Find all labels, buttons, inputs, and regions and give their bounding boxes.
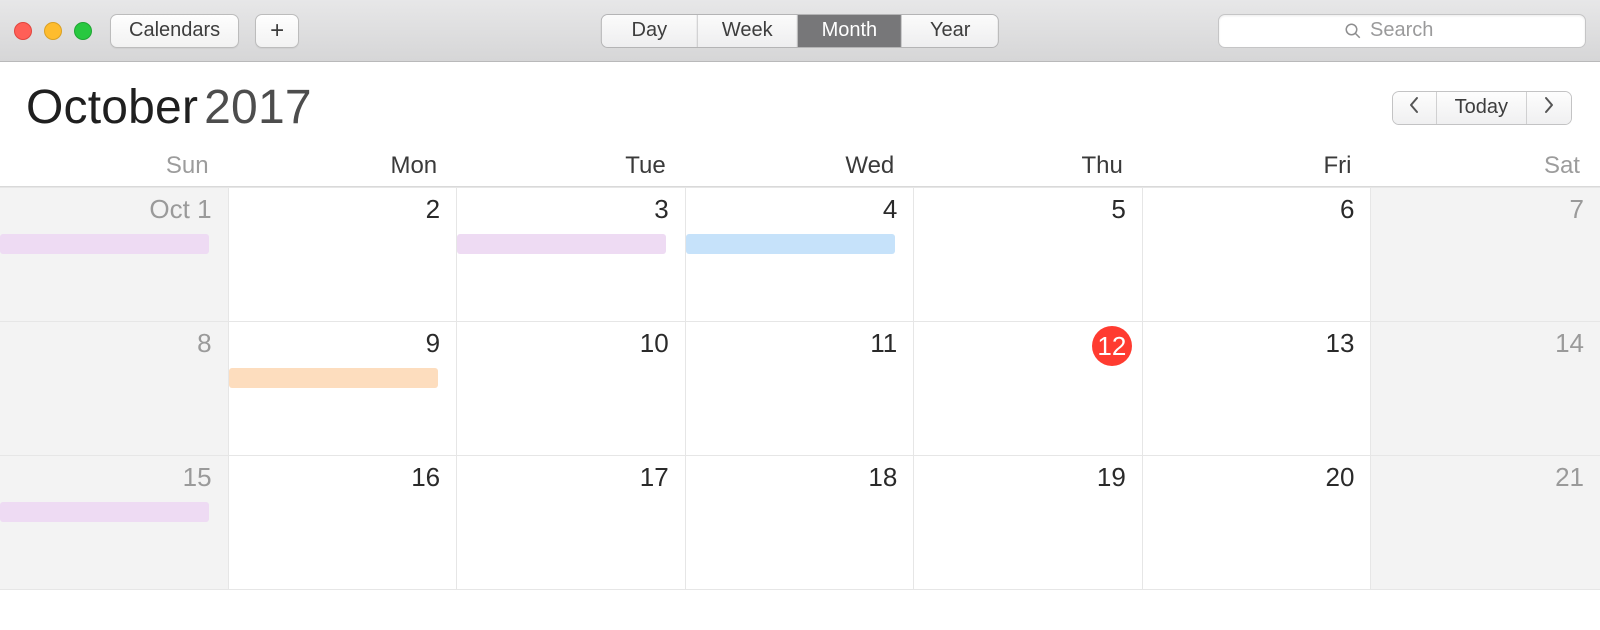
date-number: 16 bbox=[411, 464, 440, 490]
calendars-button-label: Calendars bbox=[129, 19, 220, 42]
day-cell[interactable]: 21 bbox=[1371, 456, 1600, 590]
day-cell[interactable]: 10 bbox=[457, 322, 686, 456]
date-number: 11 bbox=[870, 330, 897, 356]
weekday-header: Mon bbox=[229, 145, 458, 186]
weekday-header: Tue bbox=[457, 145, 686, 186]
event-bar[interactable] bbox=[0, 234, 209, 254]
view-tab-month[interactable]: Month bbox=[798, 15, 903, 47]
window-zoom-button[interactable] bbox=[74, 22, 92, 40]
day-cell[interactable]: 17 bbox=[457, 456, 686, 590]
event-bar[interactable] bbox=[686, 234, 895, 254]
today-button[interactable]: Today bbox=[1437, 92, 1527, 124]
calendar-grid: Oct 1 2 3 4 5 6 7 8 9 10 11 12 13 14 15 16 17 18 19 20 21 bbox=[0, 187, 1600, 590]
add-event-button[interactable]: + bbox=[255, 14, 299, 48]
event-bar[interactable] bbox=[229, 368, 438, 388]
month-name: October bbox=[26, 81, 198, 134]
day-cell[interactable]: 8 bbox=[0, 322, 229, 456]
event-bar[interactable] bbox=[0, 502, 209, 522]
weekday-header: Wed bbox=[686, 145, 915, 186]
day-cell[interactable]: 18 bbox=[686, 456, 915, 590]
view-switch: DayWeekMonthYear bbox=[601, 14, 999, 48]
day-cell[interactable]: 2 bbox=[229, 188, 458, 322]
chevron-right-icon bbox=[1543, 96, 1555, 120]
date-number: 19 bbox=[1097, 464, 1126, 490]
day-cell[interactable]: 19 bbox=[914, 456, 1143, 590]
date-number: 14 bbox=[1555, 330, 1584, 356]
day-cell[interactable]: 12 bbox=[914, 322, 1143, 456]
day-cell[interactable]: 6 bbox=[1143, 188, 1372, 322]
day-cell[interactable]: 20 bbox=[1143, 456, 1372, 590]
weekday-header: Thu bbox=[914, 145, 1143, 186]
view-tab-day[interactable]: Day bbox=[602, 15, 698, 47]
window-minimize-button[interactable] bbox=[44, 22, 62, 40]
view-tab-year[interactable]: Year bbox=[902, 15, 998, 47]
date-number: 2 bbox=[426, 196, 440, 222]
view-tab-week[interactable]: Week bbox=[698, 15, 798, 47]
date-number: 9 bbox=[426, 330, 440, 356]
date-number: 10 bbox=[640, 330, 669, 356]
weekday-header: Fri bbox=[1143, 145, 1372, 186]
day-cell[interactable]: 5 bbox=[914, 188, 1143, 322]
date-number: 8 bbox=[197, 330, 211, 356]
day-cell[interactable]: Oct 1 bbox=[0, 188, 229, 322]
weekday-header: Sun bbox=[0, 145, 229, 186]
event-bar[interactable] bbox=[457, 234, 666, 254]
day-cell[interactable]: 11 bbox=[686, 322, 915, 456]
date-number: 4 bbox=[883, 196, 897, 222]
day-cell[interactable]: 15 bbox=[0, 456, 229, 590]
chevron-left-icon bbox=[1408, 96, 1420, 120]
window-toolbar: Calendars + DayWeekMonthYear bbox=[0, 0, 1600, 62]
day-cell[interactable]: 9 bbox=[229, 322, 458, 456]
date-number: 17 bbox=[640, 464, 669, 490]
today-button-label: Today bbox=[1455, 96, 1508, 119]
month-nav: Today bbox=[1392, 91, 1572, 125]
month-title: October2017 bbox=[26, 80, 312, 135]
date-number: 13 bbox=[1326, 330, 1355, 356]
year: 2017 bbox=[204, 81, 312, 134]
date-number: 21 bbox=[1555, 464, 1584, 490]
next-month-button[interactable] bbox=[1527, 92, 1571, 124]
search-icon bbox=[1344, 22, 1362, 40]
date-number: 6 bbox=[1340, 196, 1354, 222]
date-number: 18 bbox=[868, 464, 897, 490]
prev-month-button[interactable] bbox=[1393, 92, 1437, 124]
search-input[interactable] bbox=[1370, 19, 1460, 42]
day-cell[interactable]: 16 bbox=[229, 456, 458, 590]
today-date-badge: 12 bbox=[1092, 326, 1132, 366]
day-cell[interactable]: 4 bbox=[686, 188, 915, 322]
day-cell[interactable]: 14 bbox=[1371, 322, 1600, 456]
weekday-header-row: SunMonTueWedThuFriSat bbox=[0, 145, 1600, 187]
day-cell[interactable]: 13 bbox=[1143, 322, 1372, 456]
calendar-header: October2017 Today bbox=[0, 62, 1600, 145]
date-number: 3 bbox=[654, 196, 668, 222]
weekday-header: Sat bbox=[1371, 145, 1600, 186]
search-field[interactable] bbox=[1218, 14, 1586, 48]
traffic-lights bbox=[14, 22, 92, 40]
calendars-button[interactable]: Calendars bbox=[110, 14, 239, 48]
date-number: Oct 1 bbox=[149, 196, 211, 222]
window-close-button[interactable] bbox=[14, 22, 32, 40]
date-number: 7 bbox=[1570, 196, 1584, 222]
date-number: 20 bbox=[1326, 464, 1355, 490]
plus-icon: + bbox=[270, 17, 284, 45]
date-number: 5 bbox=[1111, 196, 1125, 222]
day-cell[interactable]: 7 bbox=[1371, 188, 1600, 322]
day-cell[interactable]: 3 bbox=[457, 188, 686, 322]
date-number: 15 bbox=[183, 464, 212, 490]
